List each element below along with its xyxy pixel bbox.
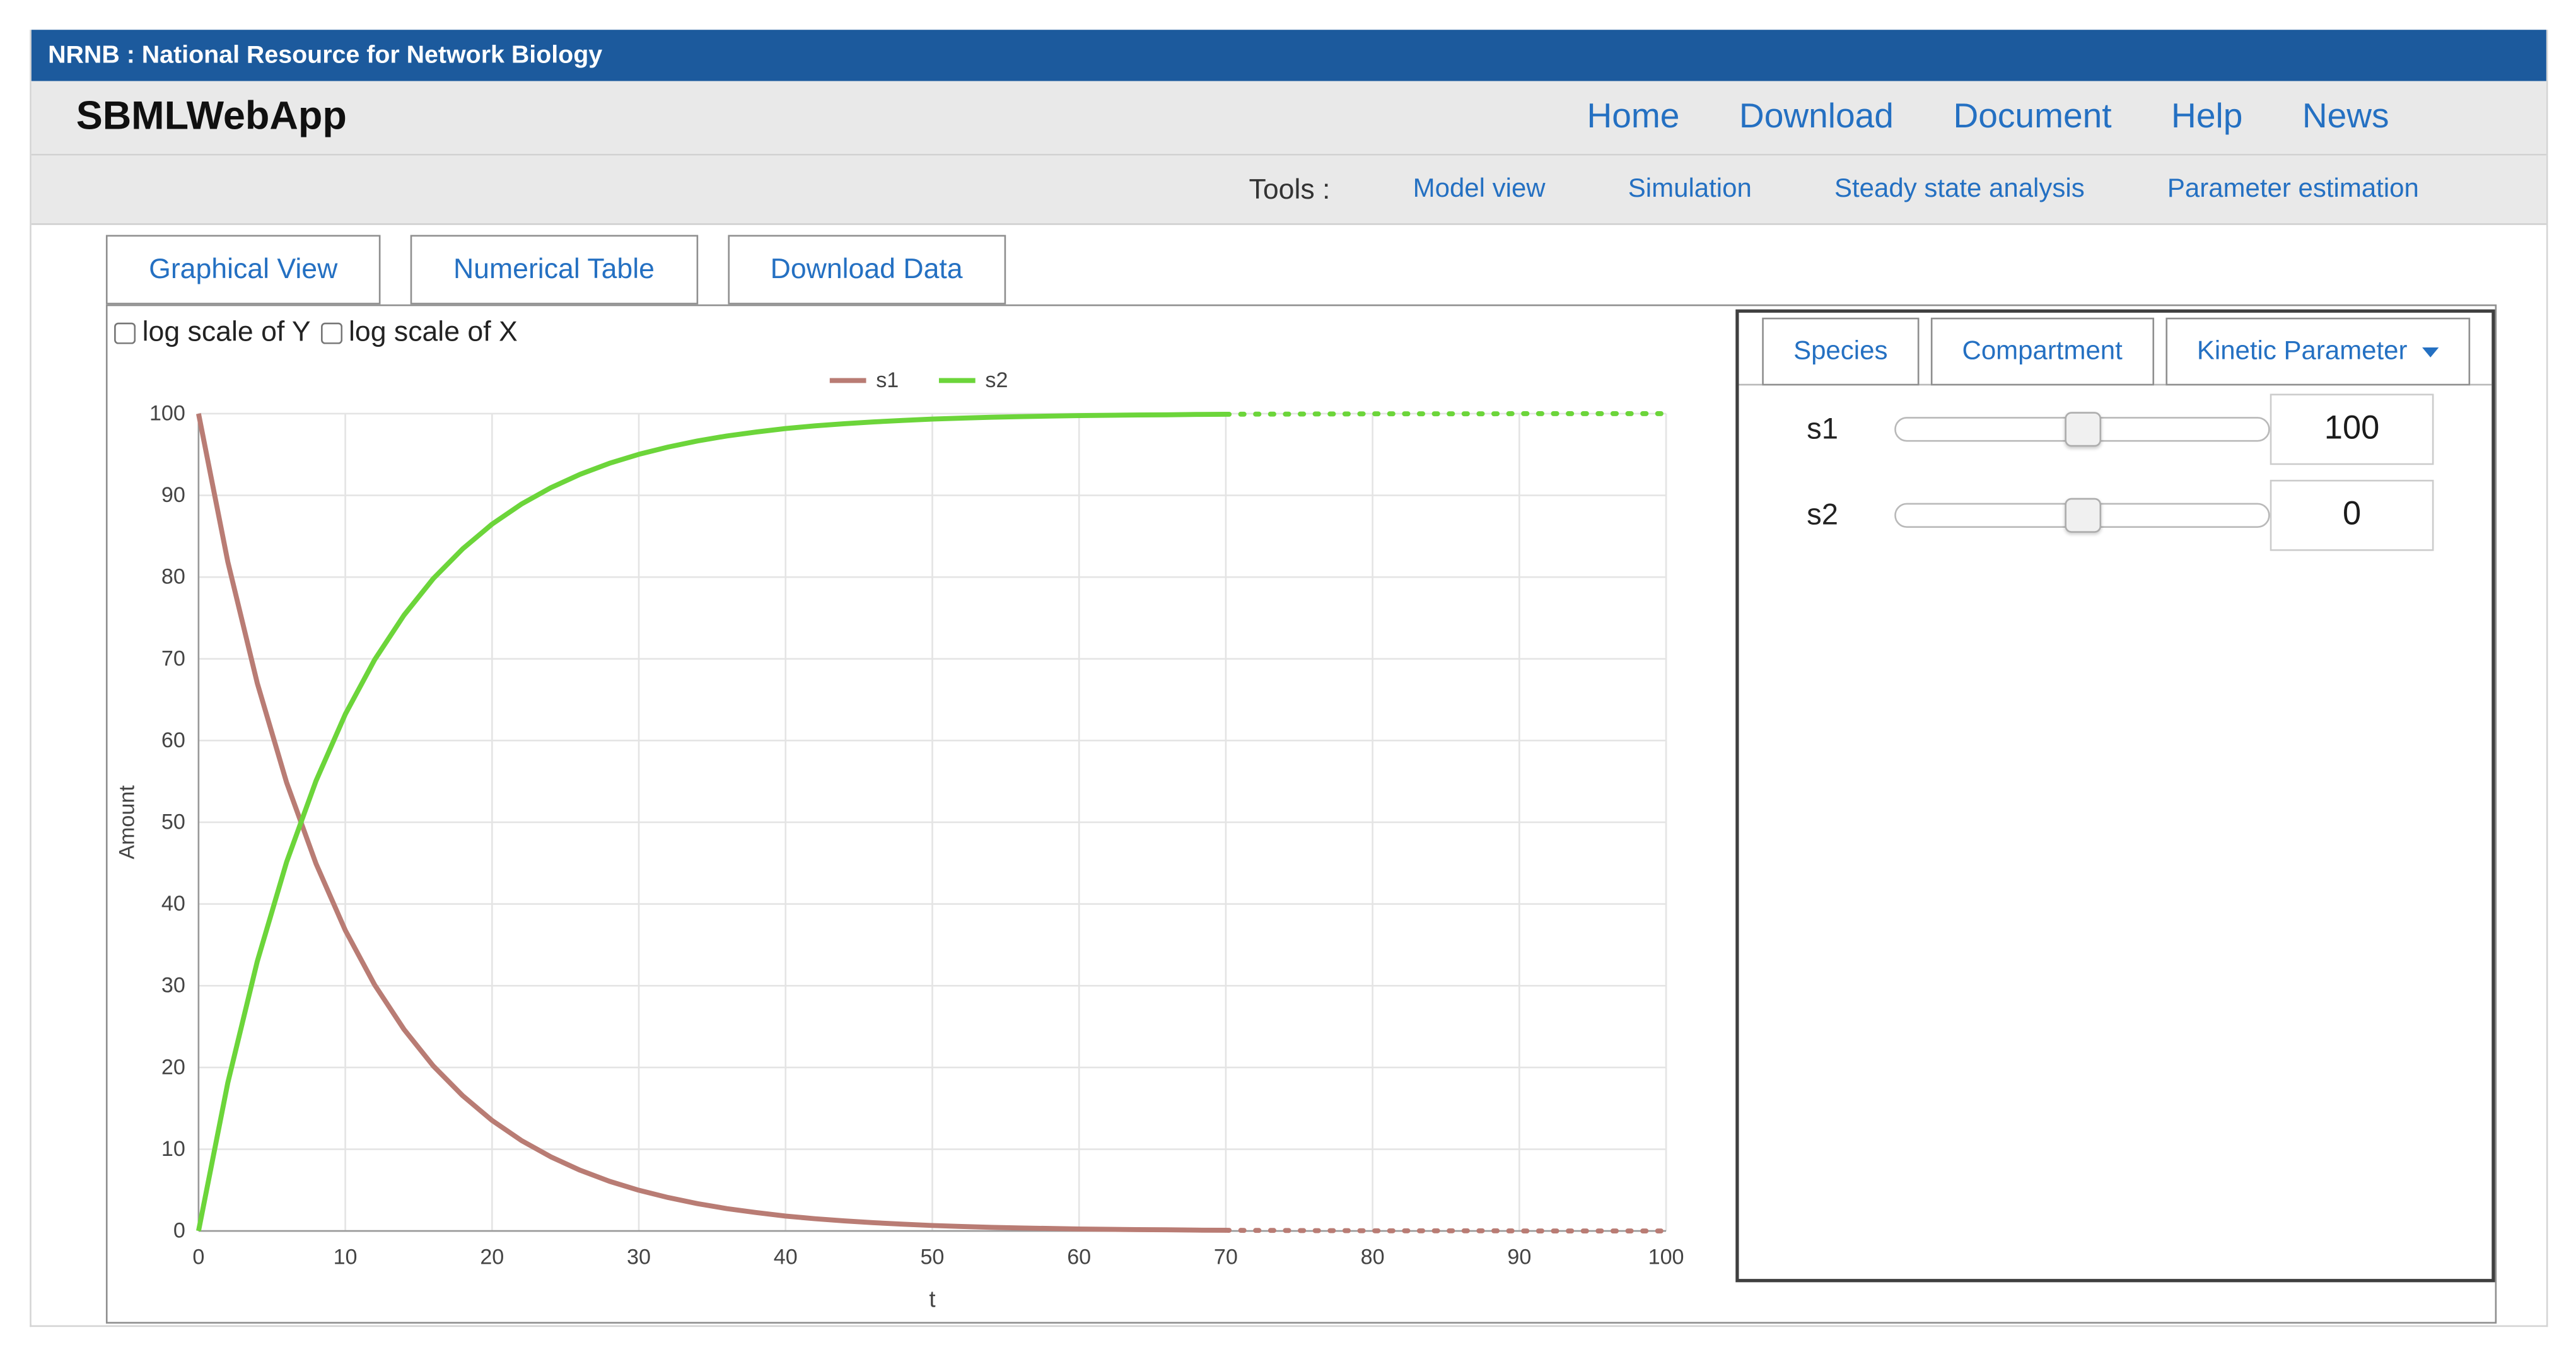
legend-label-s2: s2 — [985, 368, 1008, 392]
y-tick-label: 50 — [161, 810, 185, 834]
y-tick-label: 20 — [161, 1055, 185, 1079]
log-scale-y-checkbox[interactable] — [114, 322, 136, 343]
log-scale-x-label: log scale of X — [349, 316, 518, 349]
tab-numerical-table[interactable]: Numerical Table — [411, 235, 697, 305]
chart-wrapper: 0 10 20 30 40 50 60 70 80 90 100 0 10 20 30 40 50 60 70 80 9… — [111, 356, 1699, 1315]
simulation-panel: log scale of Y log scale of X 0 10 20 30 40 5… — [106, 305, 2497, 1324]
species-s1-slider[interactable] — [1894, 416, 2270, 441]
panel-tab-species[interactable]: Species — [1762, 318, 1919, 386]
tools-toolbar: Tools : Model view Simulation Steady sta… — [32, 156, 2546, 225]
species-rows: s1 s2 — [1739, 385, 2492, 557]
toolbar-link-steady-state-analysis[interactable]: Steady state analysis — [1834, 175, 2085, 204]
toolbar-link-parameter-estimation[interactable]: Parameter estimation — [2167, 175, 2419, 204]
x-tick-label: 40 — [774, 1245, 798, 1269]
x-tick-label: 10 — [334, 1245, 358, 1269]
species-row: s2 — [1739, 472, 2492, 557]
app-window: NRNB : National Resource for Network Bio… — [30, 30, 2548, 1327]
y-tick-label: 10 — [161, 1137, 185, 1161]
species-s2-label: s2 — [1807, 497, 1894, 532]
y-tick-label: 60 — [161, 728, 185, 752]
panel-tab-compartment-label: Compartment — [1962, 337, 2123, 366]
toolbar-link-model-view[interactable]: Model view — [1413, 175, 1546, 204]
log-scale-options: log scale of Y log scale of X — [111, 313, 1706, 353]
nav-link-news[interactable]: News — [2302, 98, 2389, 137]
nav-link-help[interactable]: Help — [2171, 98, 2242, 137]
parameter-side-panel: Species Compartment Kinetic Parameter s1 — [1735, 310, 2495, 1283]
app-title: SBMLWebApp — [76, 95, 347, 141]
main-content: Graphical View Numerical Table Download … — [32, 225, 2546, 1324]
panel-tab-compartment[interactable]: Compartment — [1931, 318, 2154, 386]
y-tick-label: 100 — [149, 401, 185, 425]
site-titlebar: NRNB : National Resource for Network Bio… — [32, 30, 2546, 81]
species-s1-label: s1 — [1807, 411, 1894, 446]
tab-download-data[interactable]: Download Data — [727, 235, 1005, 305]
y-axis-label: Amount — [114, 785, 139, 860]
x-axis-label: t — [199, 1286, 1666, 1312]
view-tabs: Graphical View Numerical Table Download … — [106, 235, 2497, 305]
parameter-tabs: Species Compartment Kinetic Parameter — [1739, 313, 2492, 385]
nav-link-download[interactable]: Download — [1739, 98, 1894, 137]
nav-link-home[interactable]: Home — [1587, 98, 1679, 137]
species-row: s1 — [1739, 385, 2492, 471]
y-tick-label: 70 — [161, 646, 185, 670]
app-header: SBMLWebApp Home Download Document Help N… — [32, 81, 2546, 156]
log-scale-x-checkbox[interactable] — [320, 322, 342, 343]
x-tick-label: 30 — [627, 1245, 651, 1269]
x-tick-label: 60 — [1067, 1245, 1091, 1269]
y-tick-label: 90 — [161, 483, 185, 507]
tab-graphical-view[interactable]: Graphical View — [106, 235, 381, 305]
toolbar-link-simulation[interactable]: Simulation — [1628, 175, 1752, 204]
legend-label-s1: s1 — [876, 368, 899, 392]
panel-tab-species-label: Species — [1793, 337, 1887, 366]
x-tick-label: 20 — [480, 1245, 504, 1269]
x-tick-label: 0 — [192, 1245, 204, 1269]
nav-link-document[interactable]: Document — [1953, 98, 2111, 137]
y-tick-label: 0 — [173, 1219, 185, 1243]
chart-area: log scale of Y log scale of X 0 10 20 30 40 5… — [108, 306, 1706, 1322]
x-tick-label: 100 — [1648, 1245, 1684, 1269]
log-scale-x-option[interactable]: log scale of X — [320, 316, 517, 349]
species-s2-slider-thumb[interactable] — [2064, 497, 2101, 532]
x-tick-label: 80 — [1361, 1245, 1385, 1269]
log-scale-y-label: log scale of Y — [143, 316, 311, 349]
simulation-chart: 0 10 20 30 40 50 60 70 80 90 100 0 10 20 30 40 50 60 70 80 9… — [111, 356, 1699, 1315]
tools-label: Tools : — [1249, 173, 1331, 206]
species-s2-amount-input[interactable] — [2270, 479, 2434, 551]
species-s1-slider-thumb[interactable] — [2064, 411, 2101, 446]
main-nav: Home Download Document Help News — [1587, 98, 2389, 137]
y-tick-label: 30 — [161, 974, 185, 998]
x-tick-label: 50 — [920, 1245, 944, 1269]
log-scale-y-option[interactable]: log scale of Y — [114, 316, 311, 349]
x-tick-label: 90 — [1507, 1245, 1531, 1269]
caret-down-icon — [2422, 347, 2439, 357]
panel-tab-kinetic-parameter-label: Kinetic Parameter — [2197, 337, 2408, 366]
species-s1-amount-input[interactable] — [2270, 393, 2434, 464]
species-s2-slider[interactable] — [1894, 502, 2270, 527]
y-tick-label: 80 — [161, 565, 185, 589]
y-tick-label: 40 — [161, 892, 185, 916]
panel-tab-kinetic-parameter[interactable]: Kinetic Parameter — [2165, 318, 2470, 386]
x-tick-label: 70 — [1214, 1245, 1238, 1269]
